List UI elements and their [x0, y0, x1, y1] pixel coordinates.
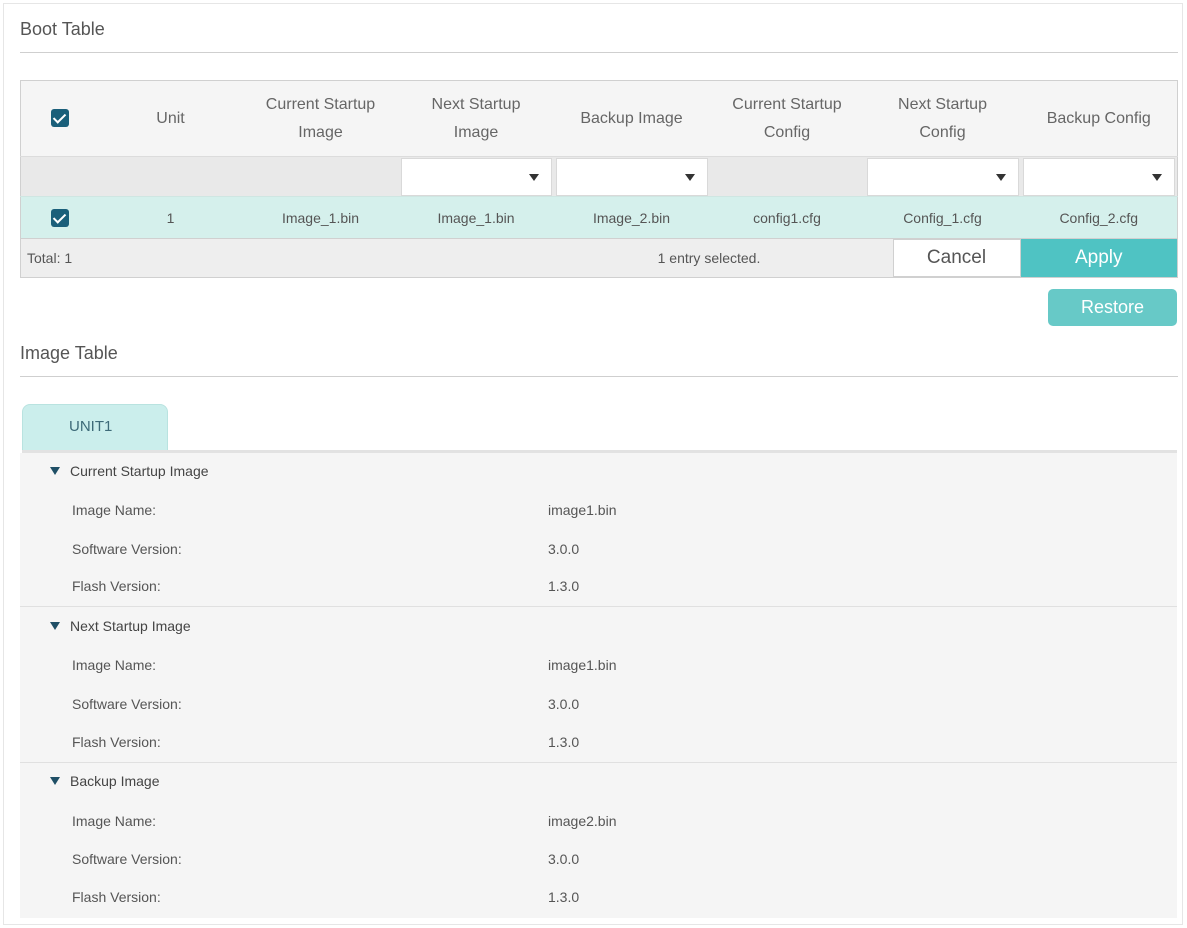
field-label: Flash Version:	[72, 578, 161, 594]
boot-table: Unit Current Startup Image Next Startup …	[20, 80, 1178, 278]
backup-image-select[interactable]	[555, 157, 708, 196]
field-value: 3.0.0	[548, 541, 580, 557]
field-label: Image Name:	[72, 502, 157, 518]
field-label: Software Version:	[72, 851, 182, 867]
column-header-backup-image[interactable]: Backup Image	[553, 80, 710, 157]
field-label: Flash Version:	[72, 889, 161, 905]
edit-row	[20, 156, 1178, 197]
field-value: image1.bin	[548, 502, 617, 518]
image-table-rule	[20, 376, 1178, 377]
cell-unit: 1	[98, 196, 243, 239]
apply-button[interactable]: Apply	[1020, 239, 1177, 277]
next-startup-config-select[interactable]	[866, 157, 1019, 196]
group-current-startup-image[interactable]: Current Startup Image	[50, 462, 209, 480]
caret-down-icon	[50, 622, 60, 631]
boot-table-title: Boot Table	[20, 19, 105, 39]
group-divider	[20, 606, 1177, 607]
table-row[interactable]: 1 Image_1.bin Image_1.bin Image_2.bin co…	[20, 196, 1178, 239]
group-divider	[20, 762, 1177, 763]
field-label: Image Name:	[72, 813, 157, 829]
image-table-title: Image Table	[20, 343, 118, 363]
field-label: Image Name:	[72, 657, 157, 673]
field-value: 1.3.0	[548, 578, 580, 594]
field-label: Software Version:	[72, 541, 182, 557]
caret-down-icon	[50, 467, 60, 476]
column-header-unit[interactable]: Unit	[98, 80, 243, 157]
field-value: 1.3.0	[548, 889, 580, 905]
field-value: 1.3.0	[548, 734, 580, 750]
cell-current-startup-config: config1.cfg	[709, 196, 865, 239]
edit-cell-empty	[20, 156, 99, 197]
next-startup-image-select[interactable]	[400, 157, 552, 196]
boot-table-rule	[20, 52, 1178, 53]
cell-backup-config: Config_2.cfg	[1020, 196, 1178, 239]
group-title-label: Next Startup Image	[70, 618, 191, 634]
cell-next-startup-config: Config_1.cfg	[864, 196, 1021, 239]
chevron-down-icon	[684, 173, 695, 181]
cell-next-startup-image: Image_1.bin	[398, 196, 554, 239]
field-value: image2.bin	[548, 813, 617, 829]
caret-down-icon	[50, 777, 60, 786]
chevron-down-icon	[528, 173, 539, 181]
column-header-current-startup-image[interactable]: Current Startup Image	[242, 80, 399, 157]
select-all-checkbox[interactable]	[50, 109, 69, 128]
field-value: 3.0.0	[548, 696, 580, 712]
table-footer: Total: 1 1 entry selected. Cancel Apply	[20, 238, 1178, 278]
restore-button[interactable]: Restore	[1048, 289, 1177, 326]
column-header-next-startup-image[interactable]: Next Startup Image	[398, 80, 554, 157]
cell-backup-image: Image_2.bin	[553, 196, 710, 239]
field-value: image1.bin	[548, 657, 617, 673]
edit-cell-empty	[709, 156, 865, 197]
tab-unit1[interactable]: UNIT1	[22, 404, 168, 450]
cell-current-startup-image: Image_1.bin	[242, 196, 399, 239]
group-next-startup-image[interactable]: Next Startup Image	[50, 617, 191, 635]
image-info-panel: Current Startup Image Image Name: image1…	[20, 453, 1177, 918]
row-checkbox[interactable]	[50, 208, 69, 227]
edit-cell-empty	[98, 156, 243, 197]
select-all-cell[interactable]	[20, 80, 99, 157]
chevron-down-icon	[1152, 173, 1162, 181]
backup-config-select[interactable]	[1022, 157, 1175, 196]
field-value: 3.0.0	[548, 851, 580, 867]
selection-status: 1 entry selected.	[553, 238, 865, 278]
field-label: Software Version:	[72, 696, 182, 712]
group-title-label: Backup Image	[70, 773, 160, 789]
column-header-backup-config[interactable]: Backup Config	[1020, 80, 1178, 157]
column-header-current-startup-config[interactable]: Current Startup Config	[709, 80, 865, 157]
group-title-label: Current Startup Image	[70, 463, 209, 479]
boot-table-header: Unit Current Startup Image Next Startup …	[20, 80, 1178, 157]
column-header-next-startup-config[interactable]: Next Startup Config	[864, 80, 1021, 157]
group-backup-image[interactable]: Backup Image	[50, 772, 160, 790]
chevron-down-icon	[995, 173, 1006, 181]
edit-cell-empty	[242, 156, 399, 197]
total-count: Total: 1	[20, 238, 243, 278]
field-label: Flash Version:	[72, 734, 161, 750]
cancel-button[interactable]: Cancel	[892, 239, 1021, 277]
